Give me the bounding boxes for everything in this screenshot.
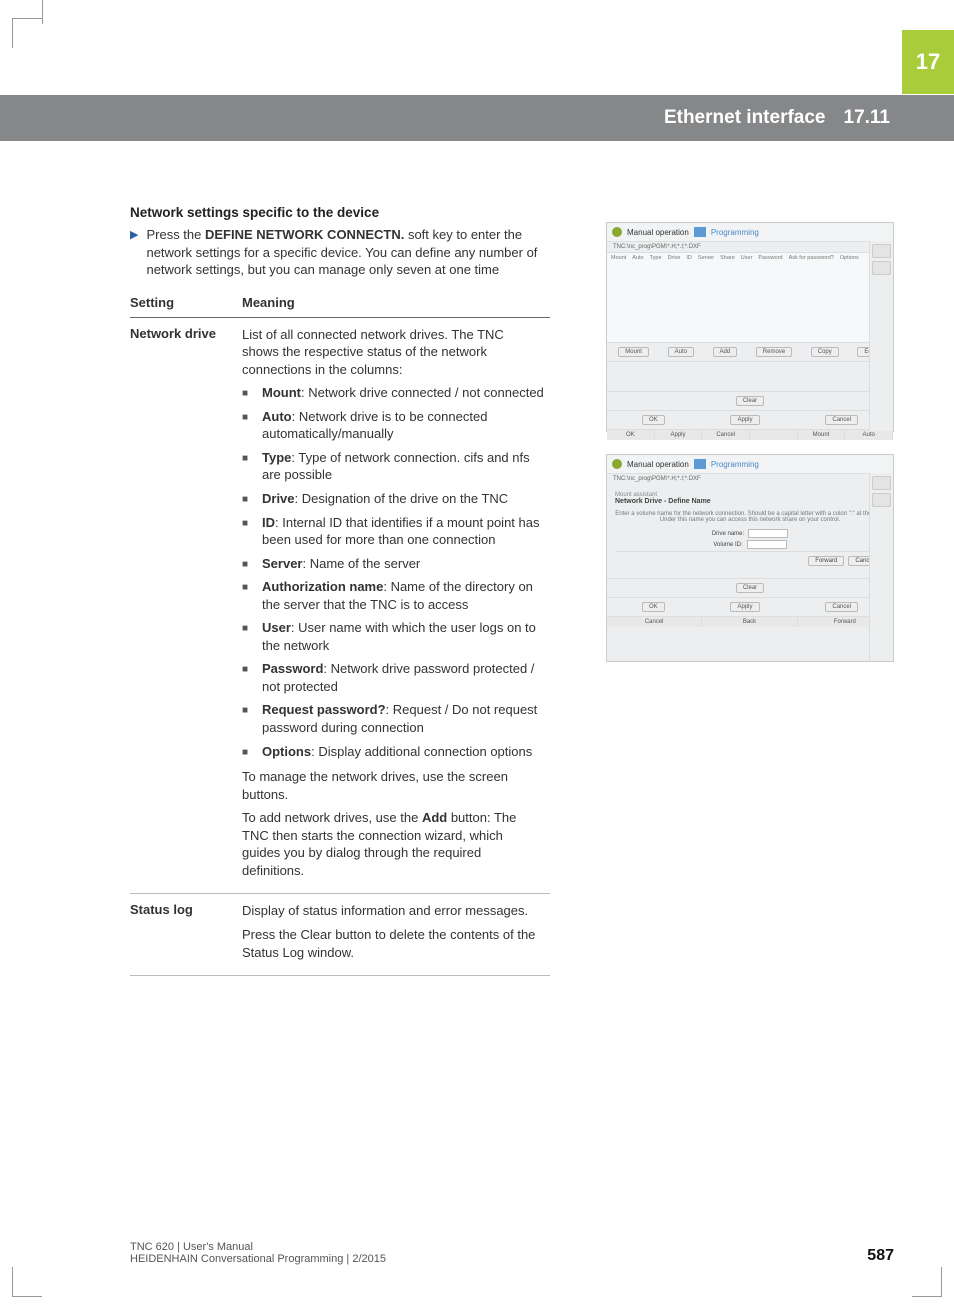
screenshots-column: Manual operation Programming TNC:\nc_pro… <box>606 222 894 684</box>
list-item: ■Password: Network drive password protec… <box>242 660 544 695</box>
ui-button[interactable]: Apply <box>730 415 759 425</box>
ui-button[interactable]: Auto <box>668 347 694 357</box>
main-content: Network settings specific to the device … <box>130 205 550 976</box>
intro-heading: Network settings specific to the device <box>130 205 550 220</box>
intro-text: Press the DEFINE NETWORK CONNECTN. soft … <box>146 226 550 279</box>
softkey[interactable]: Apply <box>655 430 703 440</box>
softkey[interactable] <box>750 430 798 440</box>
footer-line2: HEIDENHAIN Conversational Programming | … <box>130 1253 386 1265</box>
section-header: Ethernet interface 17.11 <box>0 95 954 141</box>
ui-button[interactable]: Cancel <box>825 415 858 425</box>
bullet-arrow-icon: ▶ <box>130 228 138 241</box>
list-item: ■Auto: Network drive is to be connected … <box>242 408 544 443</box>
list-item: ■User: User name with which the user log… <box>242 619 544 654</box>
setting-meaning: Display of status information and error … <box>242 894 550 976</box>
ui-button[interactable]: Clear <box>736 583 764 593</box>
ui-button[interactable]: Mount <box>618 347 649 357</box>
section-number: 17.11 <box>844 107 891 129</box>
settings-table: Setting Meaning Network driveList of all… <box>130 289 550 976</box>
screenshot-network-drives: Manual operation Programming TNC:\nc_pro… <box>606 222 894 432</box>
ui-button[interactable]: Add <box>713 347 738 357</box>
mode-icon <box>612 227 622 237</box>
ui-button[interactable]: Apply <box>730 602 759 612</box>
list-item: ■ID: Internal ID that identifies if a mo… <box>242 514 544 549</box>
table-row: Network driveList of all connected netwo… <box>130 317 550 894</box>
list-item: ■Options: Display additional connection … <box>242 743 544 761</box>
table-row: Status logDisplay of status information … <box>130 894 550 976</box>
ui-button[interactable]: Clear <box>736 396 764 406</box>
softkey[interactable]: OK <box>607 430 655 440</box>
list-item: ■Server: Name of the server <box>242 555 544 573</box>
list-item: ■Drive: Designation of the drive on the … <box>242 490 544 508</box>
col-header-setting: Setting <box>130 289 242 318</box>
list-item: ■Type: Type of network connection. cifs … <box>242 449 544 484</box>
ui-button[interactable]: OK <box>642 415 665 425</box>
softkey[interactable]: Auto <box>845 430 893 440</box>
ui-button[interactable]: Cancel <box>825 602 858 612</box>
list-item: ■Authorization name: Name of the directo… <box>242 578 544 613</box>
drive-name-input[interactable] <box>748 529 788 538</box>
ui-button[interactable]: Copy <box>811 347 839 357</box>
setting-meaning: List of all connected network drives. Th… <box>242 317 550 894</box>
setting-name: Network drive <box>130 317 242 894</box>
list-item: ■Mount: Network drive connected / not co… <box>242 384 544 402</box>
page-footer: TNC 620 | User's Manual HEIDENHAIN Conve… <box>130 1241 894 1265</box>
list-item: ■Request password?: Request / Do not req… <box>242 701 544 736</box>
col-header-meaning: Meaning <box>242 289 550 318</box>
ui-button[interactable]: Remove <box>756 347 792 357</box>
softkey[interactable]: Mount <box>798 430 846 440</box>
volume-id-input[interactable] <box>747 540 787 549</box>
footer-line1: TNC 620 | User's Manual <box>130 1241 386 1253</box>
ui-button[interactable]: Forward <box>808 556 844 566</box>
setting-name: Status log <box>130 894 242 976</box>
screenshot-mount-wizard: Manual operation Programming TNC:\nc_pro… <box>606 454 894 662</box>
mode-icon <box>612 459 622 469</box>
page-number: 587 <box>867 1247 894 1265</box>
chapter-tab: 17 <box>902 30 954 94</box>
prog-icon <box>694 227 706 237</box>
page-title: Ethernet interface <box>664 107 826 129</box>
softkey[interactable]: Cancel <box>702 430 750 440</box>
softkey[interactable]: Back <box>702 617 797 627</box>
softkey[interactable]: Cancel <box>607 617 702 627</box>
ui-button[interactable]: OK <box>642 602 665 612</box>
prog-icon <box>694 459 706 469</box>
